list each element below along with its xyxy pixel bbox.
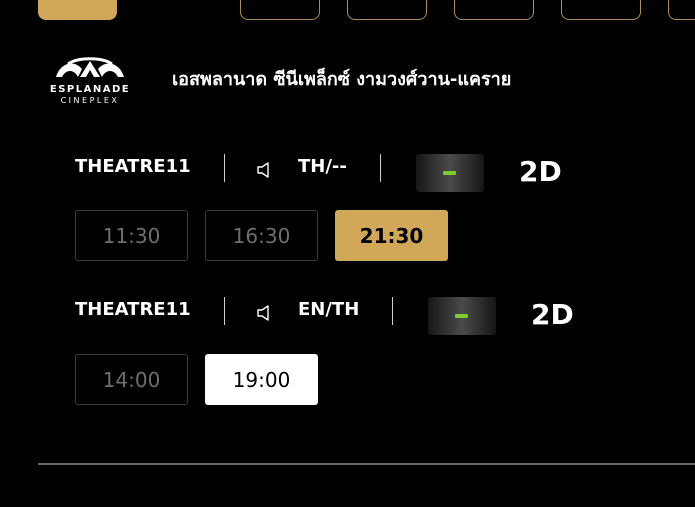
rating-badge xyxy=(428,297,496,335)
speaker-icon xyxy=(257,305,269,321)
rating-dash-icon xyxy=(455,314,468,318)
date-tab[interactable] xyxy=(668,0,695,20)
date-tab[interactable] xyxy=(240,0,320,20)
logo-emblem-icon xyxy=(56,57,124,77)
showtime-button[interactable]: 11:30 xyxy=(75,210,188,261)
speaker-icon xyxy=(257,162,269,178)
theatre-name: THEATRE11 xyxy=(75,299,191,320)
rating-dash-icon xyxy=(443,171,456,175)
section-divider xyxy=(38,463,695,465)
format-label: 2D xyxy=(519,155,562,188)
language-label: EN/TH xyxy=(298,299,360,320)
divider xyxy=(224,154,225,182)
divider xyxy=(380,154,381,182)
date-tab-selected[interactable] xyxy=(38,0,117,20)
showtime-button-selected[interactable]: 21:30 xyxy=(335,210,448,261)
showtime-button[interactable]: 14:00 xyxy=(75,354,188,405)
logo-subwordmark: CINEPLEX xyxy=(60,96,120,105)
date-tab[interactable] xyxy=(347,0,427,20)
esplanade-cineplex-logo: ESPLANADE CINEPLEX xyxy=(38,55,142,107)
divider xyxy=(224,297,225,325)
showtime-button[interactable]: 19:00 xyxy=(205,354,318,405)
format-label: 2D xyxy=(531,298,574,331)
showtimes-page: ESPLANADE CINEPLEX เอสพลานาด ซีนีเพล็กซ์… xyxy=(0,0,695,507)
showtime-button[interactable]: 16:30 xyxy=(205,210,318,261)
logo-wordmark: ESPLANADE xyxy=(49,84,131,95)
date-tab[interactable] xyxy=(454,0,534,20)
cinema-name: เอสพลานาด ซีนีเพล็กซ์ งามวงศ์วาน-แคราย xyxy=(172,69,512,90)
divider xyxy=(392,297,393,325)
theatre-name: THEATRE11 xyxy=(75,156,191,177)
date-tab[interactable] xyxy=(561,0,641,20)
language-label: TH/-- xyxy=(298,156,347,177)
rating-badge xyxy=(416,154,484,192)
